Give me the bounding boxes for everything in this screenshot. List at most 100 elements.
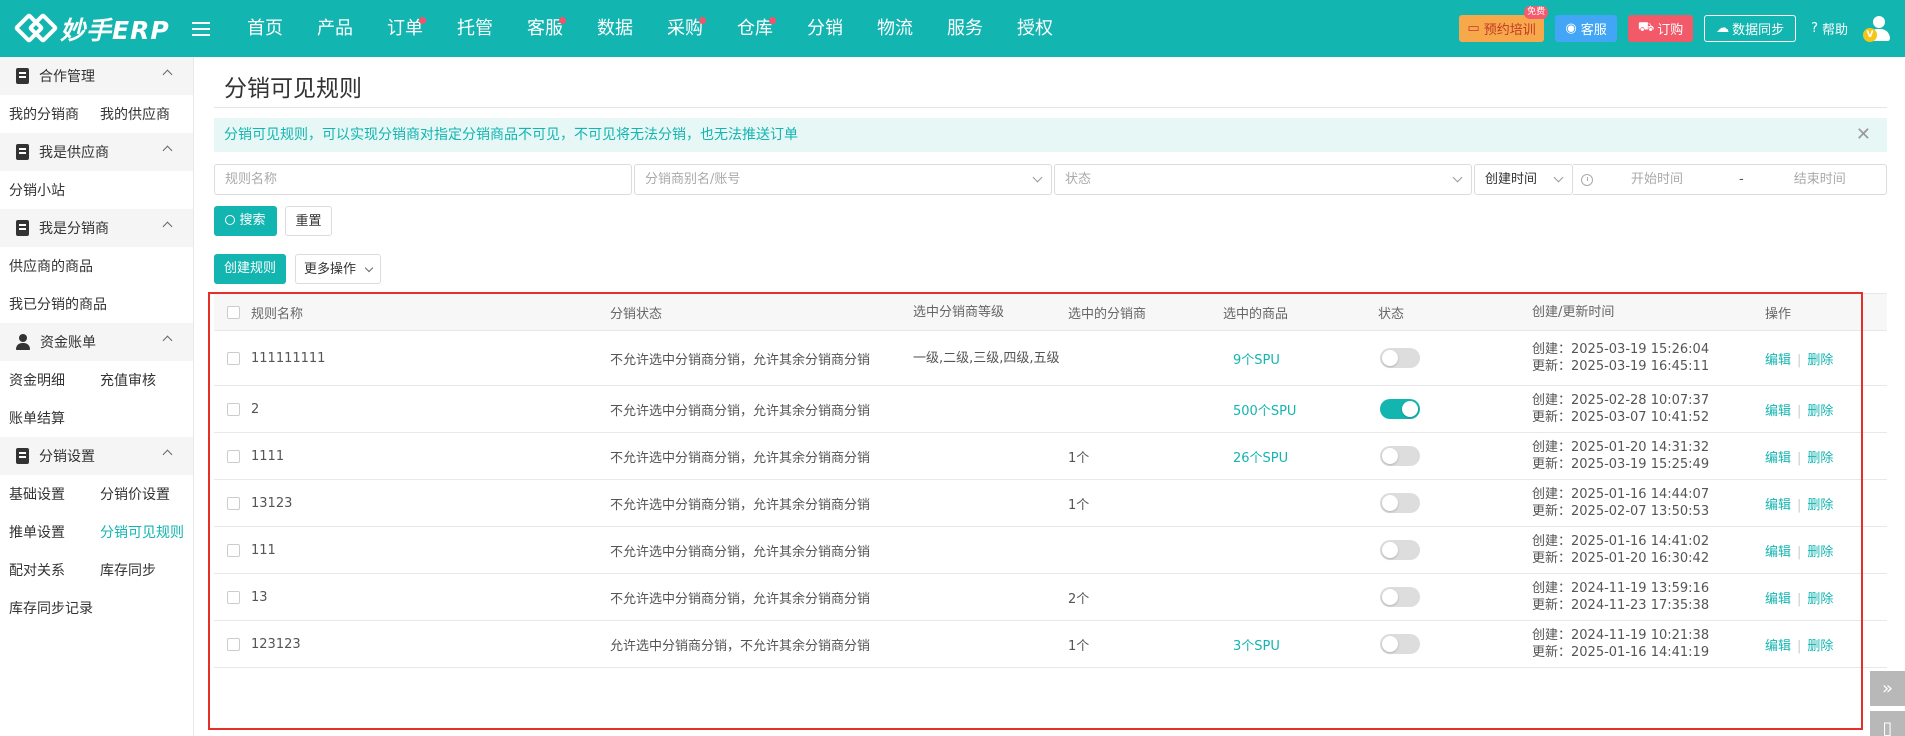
status-toggle[interactable] [1380,348,1420,368]
row-checkbox[interactable] [227,637,240,651]
updated-value: 2025-01-20 16:30:42 [1571,551,1710,566]
sidebar-item[interactable]: 资金明细 [0,370,100,390]
status-select[interactable]: 状态 [1054,164,1472,195]
close-icon[interactable]: ✕ [1856,118,1871,152]
nav-item[interactable]: 产品 [300,0,370,57]
sidebar-item[interactable]: 分销小站 [0,180,100,200]
selected-goods-link[interactable]: 3个SPU [1223,639,1280,654]
status-placeholder: 状态 [1065,172,1092,187]
sidebar-item[interactable]: 我的供应商 [100,104,170,124]
row-checkbox[interactable] [227,496,240,510]
edit-link[interactable]: 编辑 [1765,404,1791,419]
sidebar-item[interactable]: 配对关系 [0,560,100,580]
sidebar-item[interactable]: 库存同步记录 [0,598,100,618]
nav-item[interactable]: 客服 [510,0,580,57]
row-checkbox[interactable] [227,449,240,463]
delete-link[interactable]: 删除 [1807,404,1833,419]
selected-distributors: 1个 [1068,450,1090,466]
nav-item[interactable]: 订单 [370,0,440,57]
distributor-select[interactable]: 分销商别名/账号 [634,164,1052,195]
status-toggle[interactable] [1380,540,1420,560]
row-checkbox[interactable] [227,590,240,604]
rule-name-input[interactable]: 规则名称 [214,164,632,195]
selected-goods-link[interactable]: 500个SPU [1223,404,1296,419]
sidebar-item[interactable]: 我已分销的商品 [0,294,107,314]
status-toggle[interactable] [1380,446,1420,466]
selected-goods-link[interactable]: 26个SPU [1223,451,1288,466]
edit-link[interactable]: 编辑 [1765,639,1791,654]
sidebar-item[interactable]: 供应商的商品 [0,256,100,276]
rule-name: 111111111 [251,350,326,366]
edit-link[interactable]: 编辑 [1765,592,1791,607]
nav-item[interactable]: 服务 [930,0,1000,57]
sidebar-item[interactable]: 我的分销商 [0,104,100,124]
menu-toggle-icon[interactable] [192,21,210,36]
sidebar-item[interactable]: 分销价设置 [100,484,170,504]
updated-time: 更新：2024-11-23 17:35:38 [1532,597,1757,614]
nav-item[interactable]: 数据 [580,0,650,57]
nav-item[interactable]: 分销 [790,0,860,57]
nav-item[interactable]: 采购 [650,0,720,57]
create-rule-button[interactable]: 创建规则 [214,254,286,284]
book-training-button[interactable]: ▭ 预约培训 免费 [1459,6,1549,42]
select-all-checkbox[interactable] [227,305,240,319]
rule-name: 111 [251,542,276,558]
row-checkbox[interactable] [227,402,240,416]
delete-link[interactable]: 删除 [1807,545,1833,560]
edit-link[interactable]: 编辑 [1765,498,1791,513]
edit-link[interactable]: 编辑 [1765,545,1791,560]
search-label: 搜索 [239,213,266,228]
reset-button[interactable]: 重置 [285,206,332,236]
sidebar-group[interactable]: 我是供应商 [0,133,193,171]
sidebar-group[interactable]: 分销设置 [0,437,193,475]
sidebar-item[interactable]: 推单设置 [0,522,100,542]
delete-link[interactable]: 删除 [1807,498,1833,513]
rule-name: 1111 [251,448,285,464]
customer-service-button[interactable]: ◉ 客服 [1555,15,1618,42]
status-toggle[interactable] [1380,493,1420,513]
status-toggle[interactable] [1380,587,1420,607]
nav-item[interactable]: 授权 [1000,0,1070,57]
sidebar-item[interactable]: 分销可见规则 [100,522,184,542]
delete-link[interactable]: 删除 [1807,639,1833,654]
delete-link[interactable]: 删除 [1807,592,1833,607]
nav-item[interactable]: 首页 [230,0,300,57]
status-toggle[interactable] [1380,399,1420,419]
status-toggle[interactable] [1380,634,1420,654]
search-button[interactable]: 搜索 [214,206,277,236]
nav-item-label: 分销 [807,18,843,39]
sidebar-item[interactable]: 基础设置 [0,484,100,504]
double-chevron-right-icon[interactable]: » [1870,671,1905,706]
nav-item[interactable]: 物流 [860,0,930,57]
data-sync-button[interactable]: ☁ 数据同步 [1704,15,1797,42]
mobile-icon[interactable]: ▯ [1870,711,1905,736]
sidebar-group-title: 我是分销商 [39,221,109,237]
sidebar-group[interactable]: 合作管理 [0,57,193,95]
sidebar-item[interactable]: 库存同步 [100,560,156,580]
edit-link[interactable]: 编辑 [1765,451,1791,466]
nav-item[interactable]: 托管 [440,0,510,57]
logo[interactable]: 妙手ERP [0,8,202,50]
created-time: 创建：2025-01-16 14:44:07 [1532,486,1757,503]
nav-item[interactable]: 仓库 [720,0,790,57]
sidebar-item[interactable]: 充值审核 [100,370,156,390]
edit-link[interactable]: 编辑 [1765,353,1791,368]
time-type-select[interactable]: 创建时间 [1474,164,1573,195]
more-actions-label: 更多操作 [304,262,357,277]
help-button[interactable]: ? 帮助 [1807,15,1852,42]
delete-link[interactable]: 删除 [1807,353,1833,368]
more-actions-button[interactable]: 更多操作 [295,254,381,284]
row-select-cell [214,449,251,463]
selected-goods-cell: 9个SPU [1223,349,1378,368]
sidebar-item[interactable]: 账单结算 [0,408,100,428]
avatar[interactable]: V [1863,14,1893,44]
selected-goods-link[interactable]: 9个SPU [1223,353,1280,368]
date-range-picker[interactable]: 开始时间 - 结束时间 [1573,164,1887,195]
subscribe-button[interactable]: ⛟ 订购 [1628,15,1694,42]
created-value: 2025-01-16 14:44:07 [1571,487,1710,502]
row-checkbox[interactable] [227,351,240,365]
row-checkbox[interactable] [227,543,240,557]
delete-link[interactable]: 删除 [1807,451,1833,466]
sidebar-group[interactable]: 我是分销商 [0,209,193,247]
sidebar-group[interactable]: 资金账单 [0,323,193,361]
